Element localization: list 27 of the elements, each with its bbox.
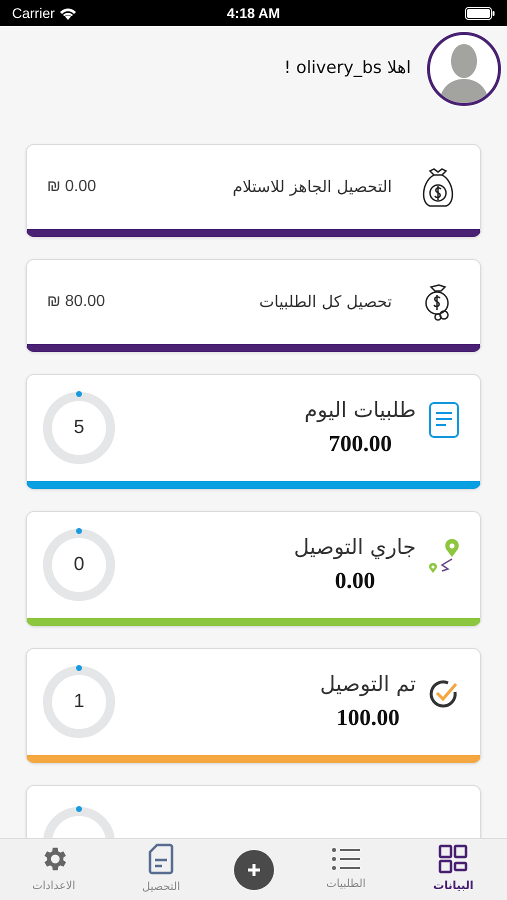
card-amount: ₪ 80.00 (47, 292, 106, 312)
card-title: تحصيل كل الطلبيات (258, 291, 392, 313)
user-silhouette-icon (439, 41, 489, 103)
add-button[interactable] (234, 850, 274, 890)
count-text: 5 (74, 416, 84, 440)
card-title: طلبيات اليوم (304, 397, 416, 424)
check-circle-icon (428, 678, 460, 710)
plus-icon (246, 862, 261, 876)
clock: 4:18 AM (226, 4, 280, 22)
card-amount: 0.00 (334, 566, 376, 594)
list-icon (330, 846, 361, 872)
count-text: 1 (74, 690, 84, 714)
carrier-label: Carrier (12, 4, 55, 22)
card-amount: ₪ 0.00 (47, 177, 96, 197)
count-text: 0 (74, 552, 84, 577)
document-icon (428, 401, 460, 439)
card-title: تم التوصيل (320, 671, 416, 698)
greeting-text: اهلا olivery_bs ! (284, 57, 411, 80)
grid-icon (438, 844, 468, 874)
tab[interactable]: البيانات (418, 844, 488, 895)
battery-icon (464, 6, 495, 20)
card-amount: 100.00 (336, 704, 400, 732)
card-amount: 700.00 (328, 430, 392, 458)
document-icon (148, 843, 174, 876)
wifi-icon (58, 6, 77, 20)
card-title: جاري التوصيل (294, 534, 416, 562)
card-title: التحصيل الجاهز للاستلام (232, 176, 392, 198)
